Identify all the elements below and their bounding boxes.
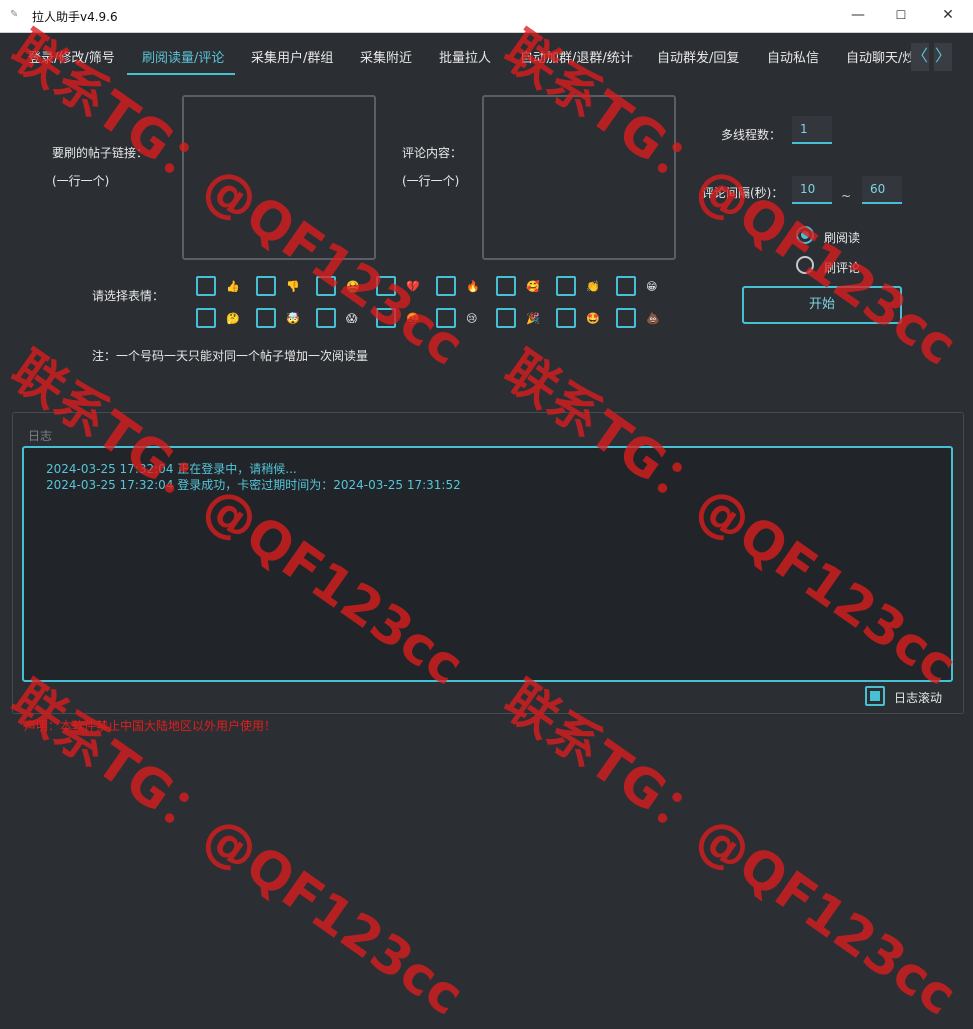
- watermark: 联系TG：@QF123cc: [493, 670, 967, 1028]
- emoji-checkbox[interactable]: [376, 308, 396, 328]
- emoji-checkbox[interactable]: [556, 276, 576, 296]
- threads-input[interactable]: 1: [792, 116, 832, 144]
- broken-heart-icon: 💔: [406, 280, 420, 293]
- star-eyes-icon: 🤩: [586, 312, 600, 325]
- emoji-checkbox[interactable]: [256, 308, 276, 328]
- emoji-checkbox[interactable]: [196, 276, 216, 296]
- log-autoscroll-checkbox[interactable]: [865, 686, 885, 706]
- tab-batch-invite[interactable]: 批量拉人: [439, 47, 491, 66]
- tab-read-comment[interactable]: 刷阅读量/评论: [142, 47, 224, 66]
- tab-collect-nearby[interactable]: 采集附近: [360, 47, 412, 66]
- interval-label: 评论间隔(秒)：: [702, 186, 784, 200]
- clapping-icon: 👏: [586, 280, 600, 293]
- emoji-checkbox[interactable]: [496, 276, 516, 296]
- radio-read-label[interactable]: 刷阅读: [824, 229, 860, 246]
- minimize-button[interactable]: —: [835, 0, 881, 32]
- thumbs-down-icon: 👎: [286, 280, 300, 293]
- radio-read[interactable]: [796, 226, 814, 244]
- smiling-hearts-icon: 🥰: [526, 280, 540, 293]
- emoji-checkbox[interactable]: [256, 276, 276, 296]
- log-area[interactable]: 2024-03-25 17:32:04 正在登录中，请稍候... 2024-03…: [22, 446, 953, 682]
- watermark: 联系TG：@QF123cc: [0, 670, 474, 1028]
- tab-auto-broadcast[interactable]: 自动群发/回复: [657, 47, 739, 66]
- emoji-checkbox[interactable]: [376, 276, 396, 296]
- thumbs-up-icon: 👍: [226, 280, 240, 293]
- close-button[interactable]: ✕: [925, 0, 971, 32]
- party-popper-icon: 🎉: [526, 312, 540, 325]
- log-autoscroll-label[interactable]: 日志滚动: [894, 689, 942, 706]
- tab-bar: 登录/修改/筛号 刷阅读量/评论 采集用户/群组 采集附近 批量拉人 自动加群/…: [0, 33, 973, 77]
- comment-label: 评论内容：: [402, 146, 463, 160]
- tab-collect-users[interactable]: 采集用户/群组: [251, 47, 333, 66]
- emoji-checkbox[interactable]: [616, 308, 636, 328]
- maximize-button[interactable]: ☐: [878, 0, 924, 32]
- emoji-checkbox[interactable]: [316, 276, 336, 296]
- radio-comment-label[interactable]: 刷评论: [824, 259, 860, 276]
- window-title: 拉人助手v4.9.6: [32, 10, 118, 24]
- grin-icon: 😁: [646, 280, 658, 293]
- emoji-label: 请选择表情：: [92, 289, 165, 303]
- crying-icon: 😢: [466, 312, 478, 325]
- cursing-icon: 🤬: [406, 312, 420, 325]
- tab-auto-join[interactable]: 自动加群/退群/统计: [520, 47, 633, 66]
- threads-label: 多线程数：: [721, 128, 782, 142]
- start-button[interactable]: 开始: [742, 286, 902, 324]
- emoji-checkbox[interactable]: [616, 276, 636, 296]
- title-bar: ✎ 拉人助手v4.9.6 — ☐ ✕: [0, 0, 973, 33]
- tab-login[interactable]: 登录/修改/筛号: [28, 47, 115, 66]
- mind-blown-icon: 🤯: [286, 312, 300, 325]
- poop-icon: 💩: [646, 312, 660, 325]
- log-line: 2024-03-25 17:32:04 正在登录中，请稍候...: [46, 462, 297, 476]
- notice-text: 声明：本软件禁止中国大陆地区以外用户使用！: [24, 719, 277, 733]
- tab-auto-pm[interactable]: 自动私信: [767, 47, 819, 66]
- post-link-textarea[interactable]: [182, 95, 376, 260]
- thinking-icon: 🤔: [226, 312, 240, 325]
- emoji-checkbox[interactable]: [496, 308, 516, 328]
- emoji-checkbox[interactable]: [436, 308, 456, 328]
- log-line: 2024-03-25 17:32:04 登录成功，卡密过期时间为：2024-03…: [46, 478, 461, 492]
- app-icon: ✎: [10, 9, 19, 20]
- vomit-face-icon: 🤮: [346, 280, 360, 293]
- tab-auto-chat[interactable]: 自动聊天/炒: [846, 47, 915, 66]
- comment-textarea[interactable]: [482, 95, 676, 260]
- interval-max-input[interactable]: 60: [862, 176, 902, 204]
- note-text: 注：一个号码一天只能对同一个帖子增加一次阅读量: [92, 349, 369, 363]
- post-link-hint: (一行一个): [52, 174, 110, 188]
- comment-hint: (一行一个): [402, 174, 460, 188]
- radio-comment[interactable]: [796, 256, 814, 274]
- emoji-checkbox[interactable]: [556, 308, 576, 328]
- interval-min-input[interactable]: 10: [792, 176, 832, 204]
- active-tab-indicator: [127, 73, 235, 75]
- log-title: 日志: [28, 429, 53, 443]
- tab-next-arrow-icon[interactable]: 〉: [934, 43, 952, 71]
- tab-prev-arrow-icon[interactable]: 〈: [911, 43, 929, 71]
- fire-icon: 🔥: [466, 280, 480, 293]
- emoji-checkbox[interactable]: [196, 308, 216, 328]
- interval-separator: ~: [841, 189, 852, 203]
- emoji-checkbox[interactable]: [436, 276, 456, 296]
- scream-icon: 😱: [346, 312, 358, 325]
- post-link-label: 要刷的帖子链接：: [52, 146, 149, 160]
- emoji-checkbox[interactable]: [316, 308, 336, 328]
